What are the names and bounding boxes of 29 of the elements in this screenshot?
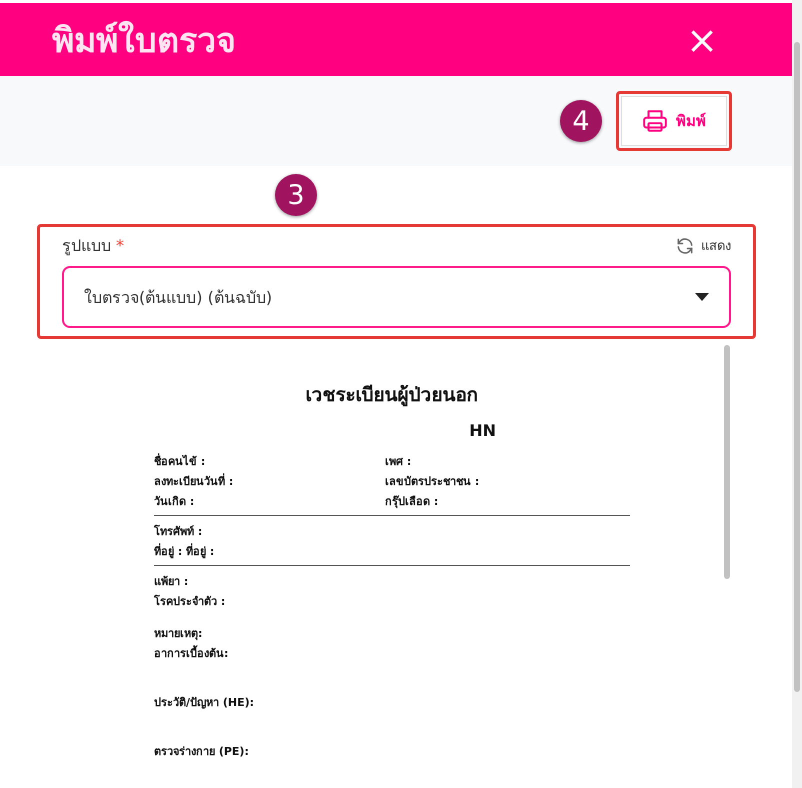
field-label: เลขบัตรประชาชน :: [385, 474, 480, 489]
step-marker: 4: [560, 100, 602, 142]
dropdown-caret-icon: [695, 293, 709, 301]
field-label: กรุ๊ปเลือด :: [385, 494, 440, 509]
field-label: เพศ :: [385, 454, 412, 469]
field-label: อาการเบื้องต้น:: [154, 646, 230, 661]
field-label: รูปแบบ *: [62, 235, 124, 258]
field-label: แพ้ยา :: [154, 574, 190, 589]
field-label: หมายเหตุ:: [154, 626, 204, 641]
printer-icon: [642, 108, 668, 134]
scrollbar-thumb[interactable]: [794, 42, 800, 692]
close-button[interactable]: ×: [682, 20, 722, 58]
field-label: ชื่อคนไข้ :: [154, 454, 206, 469]
field-label: โทรศัพท์ :: [154, 524, 204, 539]
field-label: ที่อยู่ : ที่อยู่ :: [154, 544, 216, 559]
field-label: วันเกิด :: [154, 494, 196, 509]
field-label: ตรวจร่างกาย (PE):: [154, 744, 250, 759]
document-title: เวชระเบียนผู้ป่วยนอก: [304, 383, 480, 408]
step-marker: 3: [275, 174, 317, 216]
show-button[interactable]: แสดง: [675, 235, 731, 256]
print-button[interactable]: พิมพ์: [621, 96, 727, 146]
field-label: ลงทะเบียนวันที่ :: [154, 474, 234, 489]
refresh-icon: [675, 236, 695, 256]
dialog-title: พิมพ์ใบตรวจ: [52, 20, 236, 62]
scrollbar-thumb[interactable]: [724, 345, 730, 579]
hn-label: HN: [469, 421, 496, 440]
template-select[interactable]: ใบตรวจ(ต้นแบบ) (ต้นฉบับ): [62, 266, 731, 328]
field-label: ประวัติ/ปัญหา (HE):: [154, 695, 256, 710]
field-label: โรคประจำตัว :: [154, 594, 226, 609]
